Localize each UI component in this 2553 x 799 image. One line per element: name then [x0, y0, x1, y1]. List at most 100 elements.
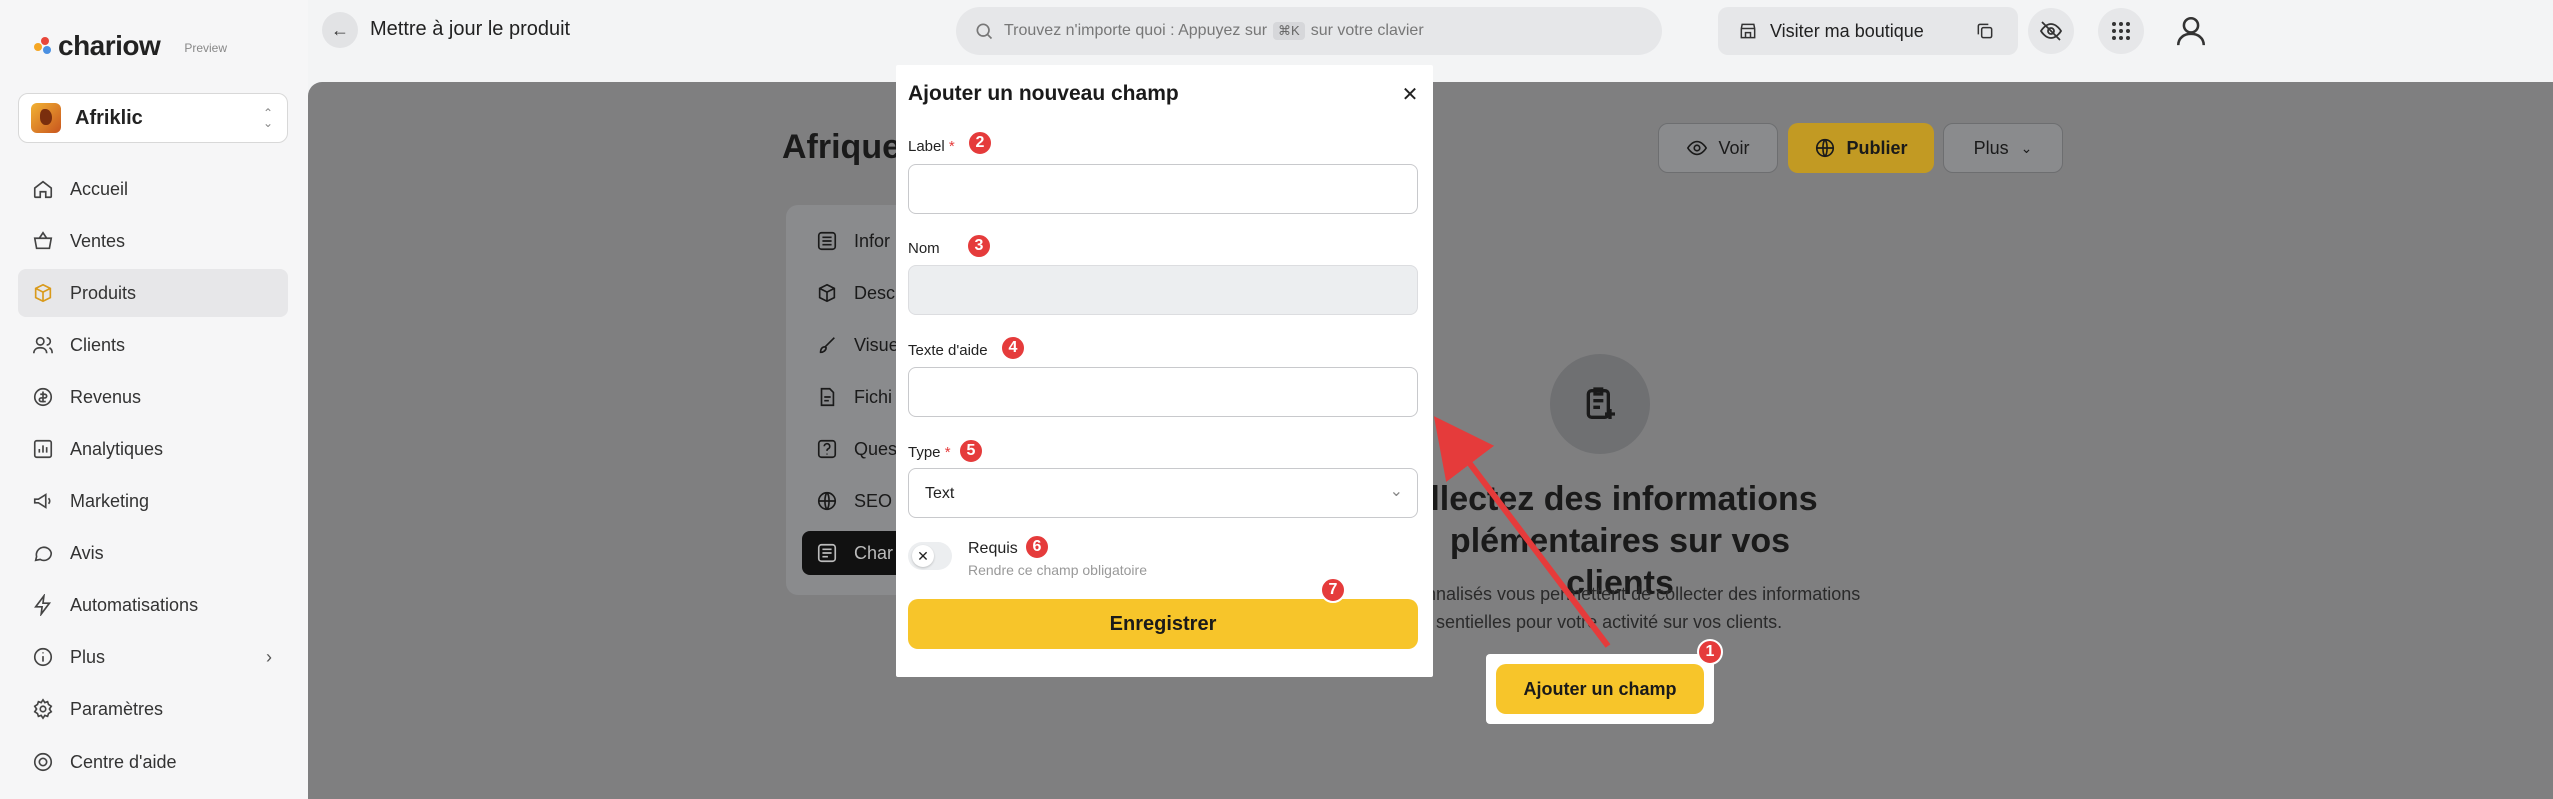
globe-icon — [1816, 138, 1835, 158]
required-toggle[interactable]: ✕ — [908, 542, 952, 570]
sidebar-item-clients[interactable]: Clients — [18, 321, 288, 369]
more-button[interactable]: Plus ⌄ — [1943, 123, 2063, 173]
sidebar-item-ventes[interactable]: Ventes — [18, 217, 288, 265]
chevron-down-icon: ⌄ — [1389, 483, 1403, 500]
tab-label: SEO — [854, 490, 893, 511]
type-field-label: Type * — [908, 444, 951, 461]
profile-button[interactable] — [2168, 8, 2214, 54]
hide-preview-button[interactable] — [2028, 8, 2074, 54]
sidebar-item-avis[interactable]: Avis — [18, 529, 288, 577]
modal-title: Ajouter un nouveau champ — [908, 82, 1179, 105]
required-mark: * — [944, 444, 951, 461]
store-avatar — [31, 103, 61, 133]
add-field-button[interactable]: Ajouter un champ — [1496, 664, 1704, 714]
sidebar-item-help[interactable]: Centre d'aide — [18, 738, 177, 786]
annotation-badge-1: 1 — [1697, 639, 1723, 665]
sidebar-item-marketing[interactable]: Marketing — [18, 477, 288, 525]
help-text-input[interactable] — [908, 367, 1418, 417]
empty-desc-line: nnalisés vous permettent de collecter de… — [1426, 584, 1861, 604]
list-icon — [817, 231, 837, 251]
annotation-badge-3: 3 — [966, 233, 992, 259]
brush-icon — [819, 337, 835, 354]
tab-label: Ques — [854, 438, 898, 459]
info-icon — [32, 646, 54, 668]
sidebar-item-parametres[interactable]: Paramètres — [18, 685, 288, 733]
topbar: ← Mettre à jour le produit Trouvez n'imp… — [308, 0, 2553, 62]
grid-icon — [2112, 22, 2130, 40]
question-icon — [817, 439, 837, 459]
annotation-badge-6: 6 — [1024, 534, 1050, 560]
search-icon — [976, 23, 993, 40]
sidebar-item-produits[interactable]: Produits — [18, 269, 288, 317]
sidebar-item-label: Avis — [70, 542, 104, 563]
search-placeholder-suffix: sur votre clavier — [1310, 22, 1424, 39]
store-name: Afriklic — [75, 106, 143, 129]
arrow-left-icon: ← — [331, 19, 349, 40]
chart-icon — [32, 438, 54, 460]
search-input[interactable]: Trouvez n'importe quoi : Appuyez sur ⌘K … — [956, 7, 1662, 55]
sidebar-item-label: Paramètres — [70, 698, 164, 719]
sidebar-item-revenus[interactable]: Revenus — [18, 373, 288, 421]
annotation-badge-5: 5 — [958, 438, 984, 464]
copy-link-button[interactable] — [1968, 14, 2002, 48]
clipboard-add-icon — [1550, 354, 1650, 454]
sidebar-item-label: Centre d'aide — [70, 751, 177, 772]
chevron-right-icon: › — [266, 646, 272, 667]
type-select-value: Text — [925, 485, 955, 502]
sidebar-item-label: Accueil — [70, 178, 129, 199]
megaphone-icon — [32, 490, 54, 512]
more-label: Plus — [1973, 137, 2009, 158]
publish-button[interactable]: Publier — [1788, 123, 1934, 173]
add-field-modal: Ajouter un nouveau champ ✕ Label * Nom T… — [896, 65, 1433, 677]
label-field-label: Label * — [908, 138, 955, 155]
field-label-text: Type — [908, 444, 941, 461]
sidebar-item-accueil[interactable]: Accueil — [18, 165, 288, 213]
sidebar-item-automatisations[interactable]: Automatisations — [18, 581, 288, 629]
copy-icon — [1977, 23, 1993, 39]
annotation-badge-4: 4 — [1000, 335, 1026, 361]
sidebar-item-analytiques[interactable]: Analytiques — [18, 425, 288, 473]
file-icon — [820, 387, 835, 407]
sidebar-item-label: Produits — [70, 282, 137, 303]
users-icon — [32, 334, 54, 356]
chevron-down-icon: ⌄ — [2020, 139, 2033, 156]
close-button[interactable]: ✕ — [1399, 83, 1421, 106]
page-title: Mettre à jour le produit — [370, 18, 571, 40]
publish-label: Publier — [1846, 137, 1908, 158]
empty-desc-line: sentielles pour votre activité sur vos c… — [1436, 612, 1783, 632]
store-switcher[interactable]: Afriklic ⌃ ⌄ — [18, 93, 288, 143]
label-input[interactable] — [908, 164, 1418, 214]
help-text-field-label: Texte d'aide — [908, 342, 988, 359]
empty-title-line: llectez des informations — [1430, 480, 1818, 518]
save-button[interactable]: Enregistrer — [908, 599, 1418, 649]
sidebar-item-label: Plus — [70, 646, 106, 667]
back-button[interactable]: ← — [322, 12, 358, 48]
annotation-badge-2: 2 — [967, 130, 993, 156]
brand-logo[interactable]: chariow Preview — [32, 30, 227, 62]
visit-store-label: Visiter ma boutique — [1770, 20, 1924, 41]
sidebar-item-label: Ventes — [70, 230, 126, 251]
sidebar-item-label: Clients — [70, 334, 126, 355]
chat-icon — [32, 542, 54, 564]
required-label: Requis — [968, 540, 1018, 557]
bolt-icon — [32, 594, 54, 616]
sidebar: chariow Preview Afriklic ⌃ ⌄ Accueil Vent… — [0, 0, 308, 799]
view-button[interactable]: Voir — [1658, 123, 1778, 173]
name-field-label: Nom — [908, 240, 940, 257]
view-label: Voir — [1718, 137, 1750, 158]
name-input[interactable] — [908, 265, 1418, 315]
updown-chevron-icon: ⌃ ⌄ — [262, 106, 273, 130]
user-icon — [2176, 16, 2206, 46]
form-icon — [817, 543, 837, 563]
type-select[interactable]: Text ⌄ — [908, 468, 1418, 518]
apps-button[interactable] — [2098, 8, 2144, 54]
logo-icon — [32, 35, 54, 57]
sidebar-item-label: Revenus — [70, 386, 142, 407]
tab-label: Visue — [854, 334, 899, 355]
sidebar-item-plus[interactable]: Plus › — [18, 633, 288, 681]
field-label-text: Label — [908, 138, 945, 155]
product-title: Afrique — [782, 128, 901, 166]
box-icon — [32, 282, 54, 304]
search-placeholder-prefix: Trouvez n'importe quoi : Appuyez sur — [1004, 22, 1268, 39]
toggle-off-icon: ✕ — [912, 545, 934, 567]
